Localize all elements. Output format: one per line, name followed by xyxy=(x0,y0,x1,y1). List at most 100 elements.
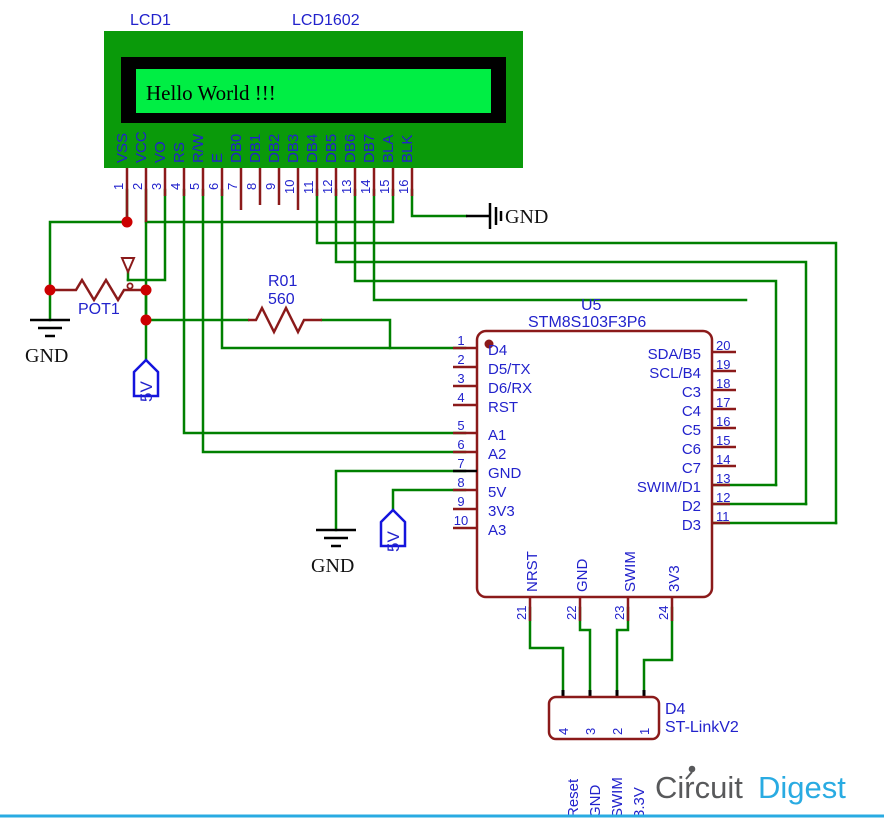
gnd-symbol-mcu: GND xyxy=(311,528,356,577)
mcu-pin-number: 2 xyxy=(457,352,464,367)
mcu-pin-name: A3 xyxy=(488,522,506,539)
mcu-u5[interactable]: U5 STM8S103F3P6 1 2 3 4 5 6 7 8 9 10 D4 … xyxy=(453,297,736,621)
mcu-pin-name: D6/RX xyxy=(488,380,532,397)
pot-wiper-arrow xyxy=(120,257,136,275)
lcd-screen-text: Hello World !!! xyxy=(146,81,276,105)
lcd-pin-name: DB0 xyxy=(228,134,245,163)
mcu-pin-number: 16 xyxy=(716,414,730,429)
connector-pin-number: 1 xyxy=(637,728,652,735)
mcu-pin-number: 7 xyxy=(457,456,464,471)
mcu-pin-number: 12 xyxy=(716,490,730,505)
lcd-pin-number: 7 xyxy=(225,183,240,190)
mcu-pin-name: RST xyxy=(488,399,518,416)
mcu-pin-number: 5 xyxy=(457,418,464,433)
mcu-pin-number: 6 xyxy=(457,437,464,452)
connector-pin-number: 2 xyxy=(610,728,625,735)
mcu-pin-number: 15 xyxy=(716,433,730,448)
gnd-label: GND xyxy=(505,206,548,228)
lcd-pins: VSS VCC VO RS R/W E DB0 DB1 DB2 DB3 DB4 … xyxy=(111,131,416,222)
lcd-pin-name: DB7 xyxy=(361,134,378,163)
mcu-pin-number: 4 xyxy=(457,390,464,405)
mcu-pin-name: C6 xyxy=(682,441,701,458)
gnd-symbol-pot: GND xyxy=(25,318,70,367)
mcu-pin-name: SWIM xyxy=(622,551,639,592)
connector-ref-designator: D4 xyxy=(665,701,686,718)
v5-label: 5V xyxy=(137,381,156,402)
lcd-pin-number: 5 xyxy=(187,183,202,190)
junction-dot xyxy=(44,284,56,296)
mcu-pin-number: 24 xyxy=(656,606,671,620)
gnd-symbol-lcd: GND xyxy=(466,203,548,229)
lcd-pin-number: 6 xyxy=(206,183,221,190)
connector-pin-number: 3 xyxy=(583,728,598,735)
resistor-value-label: 560 xyxy=(268,291,295,308)
lcd-pin-name: DB4 xyxy=(304,134,321,163)
mcu-pin-number: 22 xyxy=(564,606,579,620)
mcu-pin-name: GND xyxy=(488,465,522,482)
connector-pin-number: 4 xyxy=(556,728,571,735)
mcu-pin-number: 11 xyxy=(716,509,730,524)
junction-dot xyxy=(140,284,152,296)
connector-pin-name: 3.3V xyxy=(631,787,648,818)
logo-text-digest: Digest xyxy=(758,770,846,805)
lcd-pin-name: R/W xyxy=(190,133,207,163)
mcu-pin-number: 17 xyxy=(716,395,730,410)
lcd-pin-number: 12 xyxy=(320,180,335,194)
mcu-pin-name: C4 xyxy=(682,403,701,420)
lcd-pin-name: BLA xyxy=(380,135,397,163)
power-flag-5v-left: 5V xyxy=(132,358,160,402)
mcu-value-label: STM8S103F3P6 xyxy=(528,314,646,331)
mcu-pin-name: D2 xyxy=(682,498,701,515)
lcd-pin-number: 4 xyxy=(168,183,183,190)
resistor-body xyxy=(248,305,322,335)
mcu-pin-name: SWIM/D1 xyxy=(637,479,701,496)
lcd-pin-number: 11 xyxy=(301,181,316,195)
gnd-label: GND xyxy=(25,345,68,367)
mcu-pin-number: 23 xyxy=(612,606,627,620)
lcd-pin-number: 1 xyxy=(111,183,126,190)
mcu-pin-name: 3V3 xyxy=(666,565,683,592)
mcu-pin-name: A1 xyxy=(488,427,506,444)
mcu-pin-name: SDA/B5 xyxy=(648,346,701,363)
mcu-pin-number: 9 xyxy=(457,494,464,509)
lcd-pin-number: 3 xyxy=(149,183,164,190)
resistor-ref-designator: R01 xyxy=(268,273,297,290)
lcd-pin-name: DB1 xyxy=(247,134,264,163)
lcd-pin-number: 15 xyxy=(377,180,392,194)
mcu-pin-number: 8 xyxy=(457,475,464,490)
mcu-pin-number: 14 xyxy=(716,452,730,467)
mcu-pin-number: 10 xyxy=(454,513,468,528)
mcu-bottom-pin-stubs xyxy=(528,597,674,621)
mcu-pin-name: D4 xyxy=(488,342,507,359)
junction-dot xyxy=(140,314,152,326)
mcu-pin-name: A2 xyxy=(488,446,506,463)
lcd-pin-number: 10 xyxy=(282,180,297,194)
connector-pin-name: Reset xyxy=(565,778,582,818)
schematic-canvas: Hello World !!! VSS VCC VO RS R/W E DB0 … xyxy=(0,0,884,820)
lcd-pin-number: 14 xyxy=(358,180,373,194)
mcu-pin-name: C3 xyxy=(682,384,701,401)
mcu-pin-name: 3V3 xyxy=(488,503,515,520)
lcd-pin-number: 16 xyxy=(396,180,411,194)
lcd-pin-number: 2 xyxy=(130,183,145,190)
mcu-pin-name: SCL/B4 xyxy=(649,365,701,382)
potentiometer-pot1[interactable]: POT1 xyxy=(50,257,146,318)
mcu-pin-number: 13 xyxy=(716,471,730,486)
mcu-pin-name: C7 xyxy=(682,460,701,477)
mcu-pin-name: D3 xyxy=(682,517,701,534)
v5-label: 5V xyxy=(384,531,403,552)
mcu-pin-number: 21 xyxy=(514,606,529,620)
lcd-pin-name: E xyxy=(209,153,226,163)
lcd-pin-name: RS xyxy=(171,142,188,163)
circuitdigest-logo: Circuit Digest xyxy=(655,765,846,805)
gnd-label: GND xyxy=(311,555,354,577)
mcu-pin-name: D5/TX xyxy=(488,361,531,378)
lcd-pin-name: VO xyxy=(152,141,169,163)
mcu-pin-number: 18 xyxy=(716,376,730,391)
lcd-pin-number: 13 xyxy=(339,180,354,194)
resistor-r01[interactable]: R01 560 xyxy=(248,273,322,335)
lcd-pin-name: VCC xyxy=(133,131,150,163)
lcd-pin-name: DB2 xyxy=(266,134,283,163)
logo-text-circuit: Circuit xyxy=(655,770,743,805)
connector-pin-name: SWIM xyxy=(609,777,626,818)
